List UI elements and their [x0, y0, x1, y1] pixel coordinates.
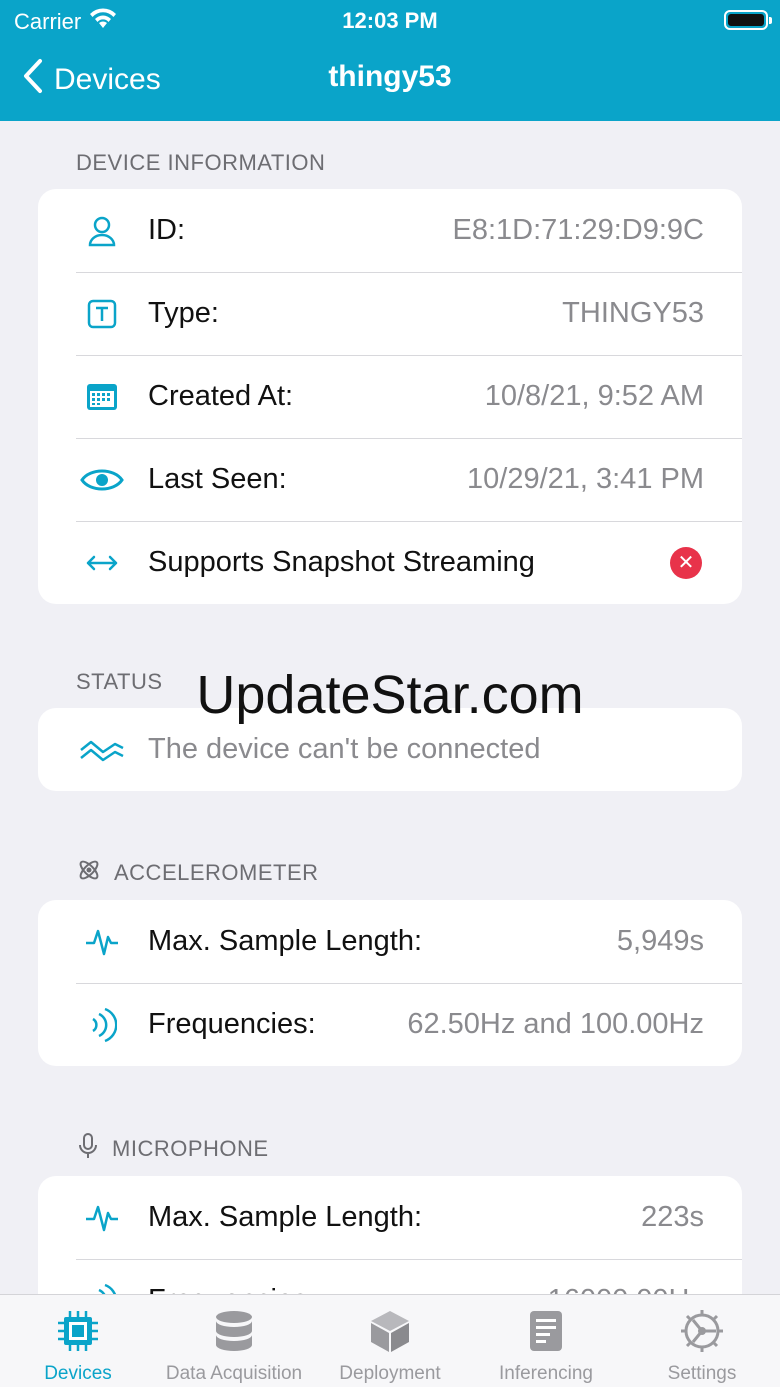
device-type-row: Type: THINGY53	[38, 272, 742, 355]
tab-bar: Devices Data Acquisition Deployment Infe…	[0, 1294, 780, 1387]
gear-icon	[678, 1307, 726, 1355]
microphone-max-length-value: 223s	[641, 1201, 704, 1233]
accelerometer-max-length-row: Max. Sample Length: 5,949s	[38, 900, 742, 983]
tab-data-acquisition-label: Data Acquisition	[165, 1363, 303, 1384]
eye-icon	[78, 460, 126, 500]
battery-icon	[724, 10, 772, 30]
arrows-horizontal-icon	[78, 543, 126, 583]
document-icon	[522, 1307, 570, 1355]
snapshot-streaming-label: Supports Snapshot Streaming	[148, 546, 535, 578]
tab-devices[interactable]: Devices	[0, 1295, 156, 1387]
sound-waves-icon	[78, 1005, 126, 1045]
chip-icon	[54, 1307, 102, 1355]
tab-inferencing-label: Inferencing	[498, 1363, 593, 1384]
calendar-icon	[78, 377, 126, 417]
device-id-label: ID:	[148, 214, 186, 246]
person-icon	[78, 211, 126, 251]
created-at-row: Created At: 10/8/21, 9:52 AM	[38, 355, 742, 438]
status-card: The device can't be connected	[38, 708, 742, 791]
waveform-icon	[78, 922, 126, 962]
section-header-microphone: MICROPHONE	[76, 1132, 269, 1166]
tab-devices-label: Devices	[44, 1363, 112, 1384]
microphone-max-length-label: Max. Sample Length:	[148, 1201, 423, 1233]
tab-deployment-label: Deployment	[339, 1363, 441, 1384]
navigation-header: Carrier 12:03 PM Devices thingy53	[0, 0, 780, 121]
accelerometer-max-length-label: Max. Sample Length:	[148, 925, 423, 957]
created-at-value: 10/8/21, 9:52 AM	[484, 380, 704, 412]
package-icon	[366, 1307, 414, 1355]
status-message: The device can't be connected	[148, 733, 541, 765]
accelerometer-card: Max. Sample Length: 5,949s Frequencies: …	[38, 900, 742, 1066]
snapshot-streaming-row: Supports Snapshot Streaming ✕	[38, 521, 742, 604]
tab-inferencing[interactable]: Inferencing	[468, 1295, 624, 1387]
accelerometer-frequencies-value: 62.50Hz and 100.00Hz	[407, 1008, 704, 1040]
section-header-device-information: DEVICE INFORMATION	[76, 150, 326, 175]
section-header-accelerometer: ACCELEROMETER	[76, 857, 319, 889]
atom-icon	[76, 857, 102, 889]
accelerometer-frequencies-label: Frequencies:	[148, 1008, 316, 1040]
x-circle-icon: ✕	[670, 546, 702, 579]
tab-deployment[interactable]: Deployment	[312, 1295, 468, 1387]
microphone-max-length-row: Max. Sample Length: 223s	[38, 1176, 742, 1259]
accelerometer-frequencies-row: Frequencies: 62.50Hz and 100.00Hz	[38, 983, 742, 1066]
section-header-status: STATUS	[76, 669, 163, 694]
page-title: thingy53	[328, 60, 452, 93]
waveform-icon	[78, 1198, 126, 1238]
accelerometer-header-label: ACCELEROMETER	[114, 860, 319, 885]
tab-settings-label: Settings	[667, 1363, 737, 1384]
microphone-icon	[76, 1132, 100, 1166]
device-type-label: Type:	[148, 297, 219, 329]
tab-data-acquisition[interactable]: Data Acquisition	[156, 1295, 312, 1387]
signal-wave-icon	[78, 730, 126, 770]
last-seen-value: 10/29/21, 3:41 PM	[467, 463, 704, 495]
device-id-row: ID: E8:1D:71:29:D9:9C	[38, 189, 742, 272]
type-icon	[78, 294, 126, 334]
device-information-card: ID: E8:1D:71:29:D9:9C Type: THINGY53 Cre…	[38, 189, 742, 604]
status-time: 12:03 PM	[342, 8, 438, 33]
microphone-header-label: MICROPHONE	[112, 1136, 269, 1161]
last-seen-row: Last Seen: 10/29/21, 3:41 PM	[38, 438, 742, 521]
device-type-value: THINGY53	[562, 297, 704, 329]
status-row: The device can't be connected	[38, 708, 742, 791]
last-seen-label: Last Seen:	[148, 463, 287, 495]
accelerometer-max-length-value: 5,949s	[616, 925, 704, 957]
created-at-label: Created At:	[148, 380, 294, 412]
tab-settings[interactable]: Settings	[624, 1295, 780, 1387]
status-bar: Carrier 12:03 PM	[0, 0, 780, 40]
database-icon	[210, 1307, 258, 1355]
device-id-value: E8:1D:71:29:D9:9C	[452, 214, 704, 246]
